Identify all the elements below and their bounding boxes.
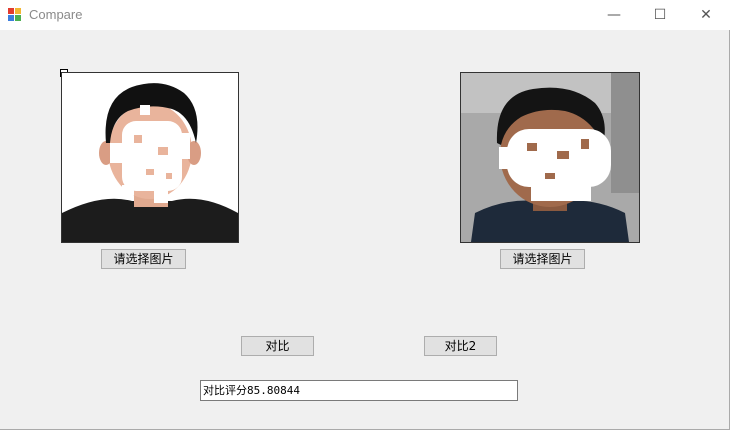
title-bar[interactable]: Compare — ☐ ✕ (0, 0, 730, 30)
close-button[interactable]: ✕ (683, 0, 729, 30)
right-picture-box (460, 72, 640, 243)
compare2-button[interactable]: 对比2 (424, 336, 497, 356)
score-result-field[interactable]: 对比评分85.80844 (200, 380, 518, 401)
select-image-button-left[interactable]: 请选择图片 (101, 249, 186, 269)
left-picture-box (61, 72, 239, 243)
maximize-button[interactable]: ☐ (637, 0, 683, 30)
window-title: Compare (29, 7, 83, 22)
app-icon (8, 8, 21, 21)
compare-window: Compare — ☐ ✕ 请选择图片 请选择图片 对比 对比2 对比评分85.… (0, 0, 730, 430)
left-face-photo (62, 73, 238, 242)
background-window-edge (730, 0, 734, 433)
right-face-photo (461, 73, 639, 242)
compare-button[interactable]: 对比 (241, 336, 314, 356)
select-image-button-right[interactable]: 请选择图片 (500, 249, 585, 269)
minimize-button[interactable]: — (591, 0, 637, 30)
